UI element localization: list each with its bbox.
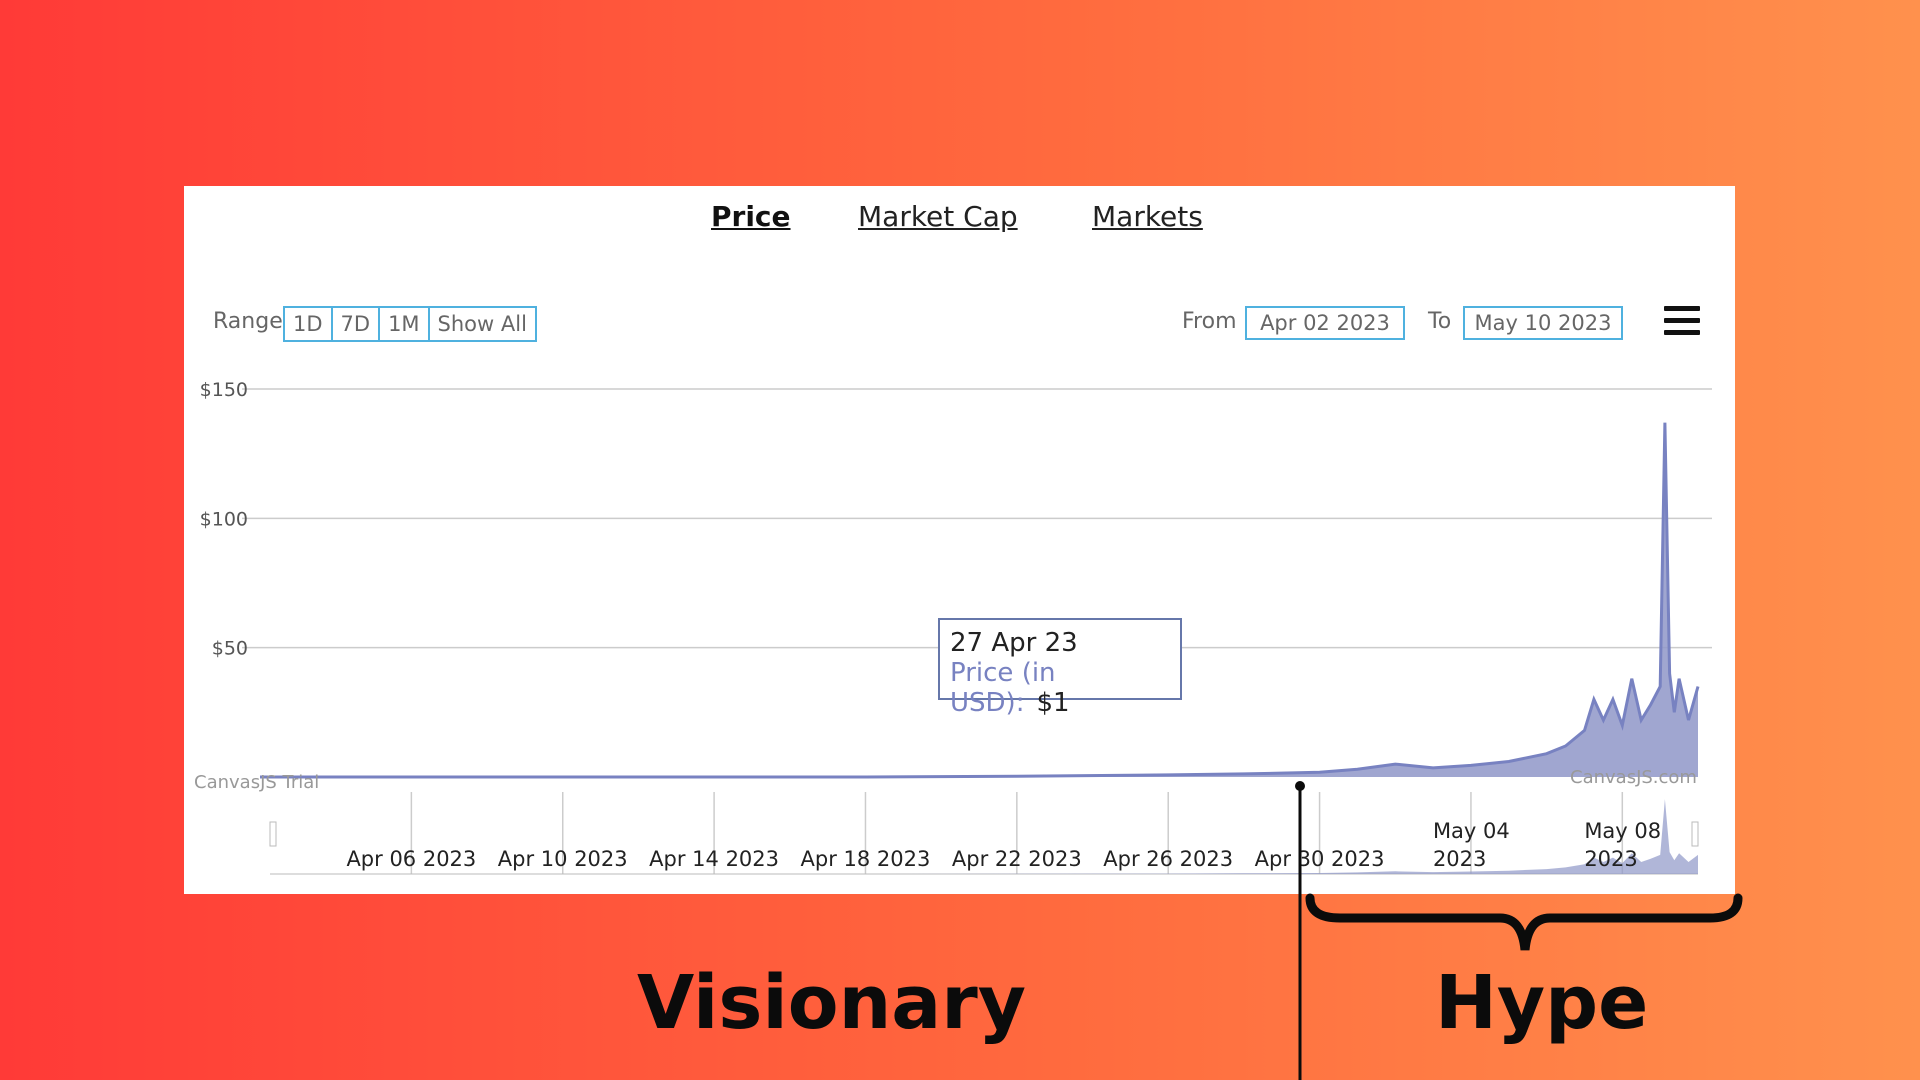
watermark-left: CanvasJS Trial (194, 772, 319, 793)
x-tick-label: Apr 26 2023 (1103, 847, 1233, 871)
y-tick-label: $100 (200, 508, 248, 530)
price-area (260, 422, 1698, 777)
x-tick-label: May 04 (1433, 819, 1510, 843)
x-tick-label: Apr 30 2023 (1255, 847, 1385, 871)
hype-brace (1305, 893, 1743, 951)
x-tick-label: Apr 18 2023 (801, 847, 931, 871)
y-tick-label: $50 (212, 638, 248, 660)
x-tick-label-year: 2023 (1433, 847, 1486, 871)
navigator-handle-left (269, 821, 277, 847)
x-tick-label: May 08 (1584, 819, 1661, 843)
x-tick-label: Apr 22 2023 (952, 847, 1082, 871)
x-tick-label: Apr 06 2023 (346, 847, 476, 871)
price-line (260, 422, 1700, 779)
x-tick-label: Apr 14 2023 (649, 847, 779, 871)
chart-panel: Price Market Cap Markets Range 1D 7D 1M … (184, 186, 1735, 894)
x-tick-label-year: 2023 (1584, 847, 1637, 871)
x-tick-label: Apr 10 2023 (498, 847, 628, 871)
y-tick-label: $150 (200, 379, 248, 401)
tooltip-date: 27 Apr 23 (950, 628, 1078, 658)
price-tooltip: 27 Apr 23 Price (in USD): $1 (938, 618, 1182, 718)
visionary-label: Visionary (637, 960, 1026, 1046)
navigator-handle-right (1691, 821, 1699, 847)
price-chart[interactable]: $150 $100 $50 Apr 06 2023 Apr 10 2023 Apr 14 … (184, 186, 1735, 894)
watermark-right: CanvasJS.com (1570, 767, 1697, 788)
tooltip-value: $1 (1036, 688, 1070, 718)
hype-label: Hype (1435, 960, 1649, 1046)
